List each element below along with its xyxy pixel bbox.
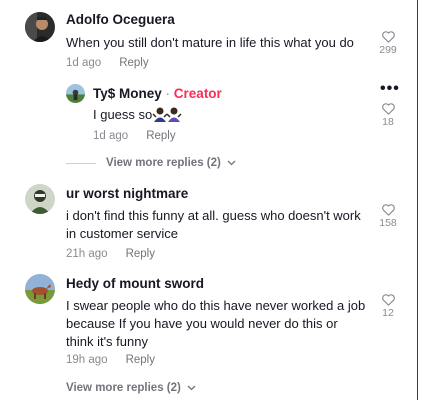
reply-button[interactable]: Reply [146, 130, 175, 142]
heart-icon [381, 204, 395, 216]
like-button[interactable]: 18 [376, 102, 400, 128]
divider-line [66, 162, 96, 164]
like-button[interactable]: 158 [376, 203, 400, 229]
avatar[interactable] [25, 12, 55, 42]
comment-meta: 1d ago Reply [66, 57, 149, 69]
more-options-button[interactable]: ••• [380, 80, 400, 98]
reply-meta: 1d ago Reply [93, 130, 176, 142]
avatar-person-green-icon [25, 184, 55, 214]
like-count: 299 [379, 44, 397, 56]
shrugging-people-emoji-icon [152, 106, 182, 127]
comment-text: When you still don't mature in life this… [66, 35, 354, 50]
reply-button[interactable]: Reply [119, 57, 148, 69]
like-button[interactable]: 299 [376, 30, 400, 56]
heart-icon [381, 103, 395, 115]
comment-username[interactable]: Hedy of mount sword [66, 276, 204, 291]
right-edge-divider [417, 0, 418, 400]
reply-button[interactable]: Reply [126, 248, 155, 260]
like-button[interactable]: 12 [376, 293, 400, 319]
reply-time: 1d ago [93, 130, 129, 142]
comment-text: i don't find this funny at all. guess wh… [66, 208, 361, 241]
comment-time: 19h ago [66, 354, 108, 366]
creator-badge: Creator [173, 86, 222, 101]
comment-time: 21h ago [66, 248, 108, 260]
comment-meta: 21h ago Reply [66, 248, 155, 260]
reply-text: I guess so [93, 107, 153, 122]
avatar[interactable] [25, 184, 55, 214]
like-count: 158 [379, 217, 397, 229]
view-more-label: View more replies (2) [106, 157, 221, 170]
avatar-horse-field-icon [25, 274, 55, 304]
comment-meta: 19h ago Reply [66, 354, 155, 366]
reply-text-line: I guess so [93, 106, 182, 127]
reply-button[interactable]: Reply [126, 354, 155, 366]
chevron-down-icon [227, 157, 236, 169]
avatar-man-dark-icon [25, 12, 55, 42]
view-more-replies-button[interactable]: View more replies (2) [66, 382, 196, 394]
comment-username[interactable]: ur worst nightmare [66, 186, 188, 201]
avatar[interactable] [66, 84, 85, 103]
reply-username[interactable]: Ty$ Money [93, 86, 162, 101]
avatar[interactable] [25, 274, 55, 304]
avatar-landscape-icon [66, 84, 85, 103]
heart-icon [381, 294, 395, 306]
view-more-replies-button[interactable]: View more replies (2) [66, 157, 236, 169]
like-count: 18 [382, 116, 394, 128]
comment-username[interactable]: Adolfo Oceguera [66, 12, 175, 27]
comment-text: I swear people who do this have never wo… [66, 298, 366, 349]
view-more-label: View more replies (2) [66, 382, 181, 395]
separator-dot: · [165, 86, 171, 101]
comment-time: 1d ago [66, 57, 102, 69]
heart-icon [381, 31, 395, 43]
reply-username-line: Ty$ Money · Creator [93, 86, 222, 101]
like-count: 12 [382, 307, 394, 319]
chevron-down-icon [187, 382, 196, 394]
